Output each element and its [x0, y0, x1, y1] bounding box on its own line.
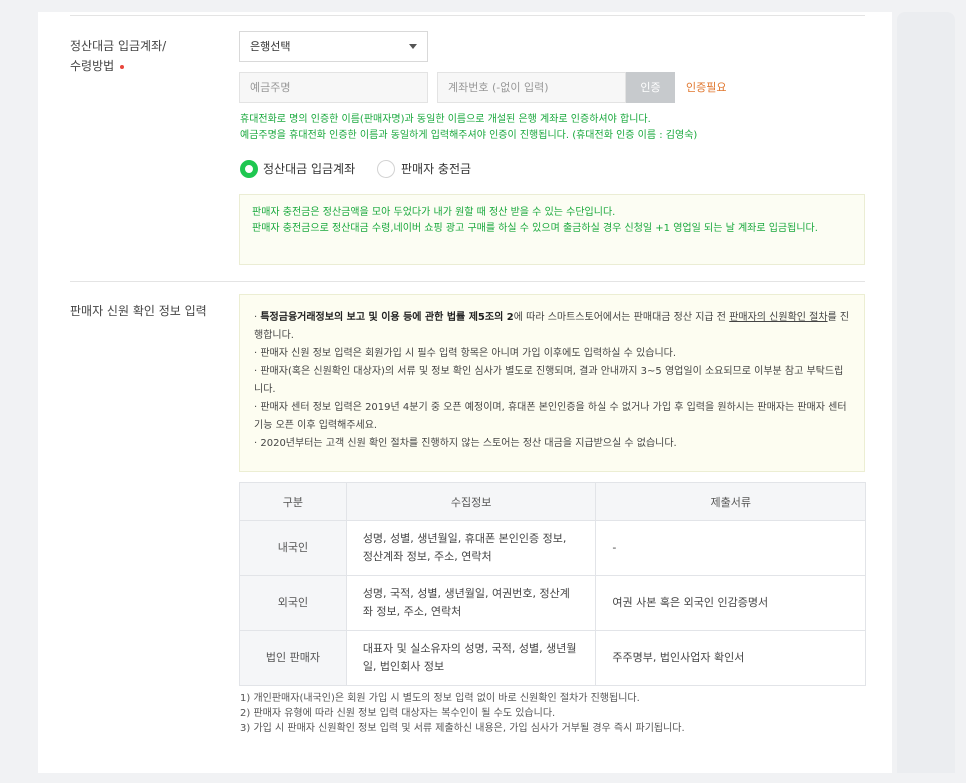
row-info: 대표자 및 실소유자의 성명, 국적, 성별, 생년월일, 법인회사 정보 [345, 630, 597, 686]
note-line-1: 휴대전화로 명의 인증한 이름(판매자명)과 동일한 이름으로 개설된 은행 계… [240, 114, 651, 125]
table-row: 외국인 성명, 국적, 성별, 생년월일, 여권번호, 정산계좌 정보, 주소,… [239, 575, 866, 631]
radio-seller-charge[interactable] [377, 160, 395, 178]
row-docs: 주주명부, 법인사업자 확인서 [595, 630, 866, 686]
row-info: 성명, 국적, 성별, 생년월일, 여권번호, 정산계좌 정보, 주소, 연락처 [345, 575, 597, 631]
notice-bullet-4: · 판매자 센터 정보 입력은 2019년 4분기 중 오픈 예정이며, 휴대폰… [254, 402, 847, 431]
seller-identity-label: 판매자 신원 확인 정보 입력 [70, 304, 207, 318]
charge-info-line-2: 판매자 충전금으로 정산대금 수령,네이버 쇼핑 광고 구매를 하실 수 있으며… [252, 223, 818, 234]
caret-down-icon [409, 44, 417, 49]
section-divider [70, 281, 865, 282]
required-dot [120, 64, 125, 69]
account-number-input[interactable]: 계좌번호 (-없이 입력) [437, 72, 626, 103]
row-category: 내국인 [239, 520, 347, 576]
notice-bullet-3: · 판매자(혹은 신원확인 대상자)의 서류 및 정보 확인 심사가 별도로 진… [254, 366, 844, 395]
row-info: 성명, 성별, 생년월일, 휴대폰 본인인증 정보, 정산계좌 정보, 주소, … [345, 520, 597, 576]
identity-info-table: 구분 수집정보 제출서류 내국인 성명, 성별, 생년월일, 휴대폰 본인인증 … [239, 482, 866, 686]
settlement-label: 정산대금 입금계좌/ 수령방법 [70, 36, 166, 76]
table-row: 내국인 성명, 성별, 생년월일, 휴대폰 본인인증 정보, 정산계좌 정보, … [239, 520, 866, 576]
seller-charge-info-box: 판매자 충전금은 정산금액을 모아 두었다가 내가 원할 때 정산 받을 수 있… [239, 194, 865, 265]
account-verification-note: 휴대전화로 명의 인증한 이름(판매자명)과 동일한 이름으로 개설된 은행 계… [240, 112, 697, 144]
row-docs: 여권 사본 혹은 외국인 인감증명서 [595, 575, 866, 631]
notice-bullet-1: · 특정금융거래정보의 보고 및 이용 등에 관한 법률 제5조의 2에 따라 … [254, 309, 850, 345]
settlement-label-line1: 정산대금 입금계좌/ [70, 39, 167, 53]
notice-bullet-5: · 2020년부터는 고객 신원 확인 절차를 진행하지 않는 스토어는 정산 … [254, 438, 677, 449]
identity-procedure-link: 판매자의 신원확인 절차 [729, 312, 828, 323]
header-category: 구분 [239, 482, 347, 521]
footnote-2: 2) 판매자 유형에 따라 신원 정보 입력 대상자는 복수인이 될 수도 있습… [240, 708, 556, 719]
note-line-2: 예금주명을 휴대전화 인증한 이름과 동일하게 입력해주셔야 인증이 진행됩니다… [240, 130, 698, 141]
right-side-panel [897, 12, 955, 773]
header-documents: 제출서류 [595, 482, 866, 521]
settlement-label-line2: 수령방법 [70, 59, 115, 73]
notice-bullet-1-mid: 에 따라 스마트스토어에서는 판매대금 정산 지급 전 [513, 312, 730, 323]
header-collected-info: 수집정보 [345, 482, 597, 521]
identity-notice-box: · 특정금융거래정보의 보고 및 이용 등에 관한 법률 제5조의 2에 따라 … [239, 294, 865, 472]
account-number-placeholder: 계좌번호 (-없이 입력) [448, 81, 549, 94]
account-holder-placeholder: 예금주명 [250, 81, 291, 94]
top-divider [70, 15, 865, 16]
bank-select[interactable]: 은행선택 [239, 31, 428, 62]
radio-settlement-account-label[interactable]: 정산대금 입금계좌 [263, 159, 355, 180]
radio-settlement-account[interactable] [240, 160, 258, 178]
footnote-1: 1) 개인판매자(내국인)은 회원 가입 시 별도의 정보 입력 없이 바로 신… [240, 693, 640, 704]
table-header-row: 구분 수집정보 제출서류 [239, 482, 866, 521]
law-reference: 특정금융거래정보의 보고 및 이용 등에 관한 법률 제5조의 2 [260, 312, 514, 323]
row-category: 외국인 [239, 575, 347, 631]
verify-account-button[interactable]: 인증 [626, 72, 675, 103]
charge-info-line-1: 판매자 충전금은 정산금액을 모아 두었다가 내가 원할 때 정산 받을 수 있… [252, 207, 616, 218]
radio-seller-charge-label[interactable]: 판매자 충전금 [401, 159, 471, 180]
bank-select-value: 은행선택 [250, 40, 291, 53]
footnote-3: 3) 가입 시 판매자 신원확인 정보 입력 및 서류 제출하신 내용은, 가입… [240, 723, 685, 734]
notice-bullet-2: · 판매자 신원 정보 입력은 회원가입 시 필수 입력 항목은 아니며 가입 … [254, 348, 677, 359]
row-docs: - [595, 520, 866, 576]
row-category: 법인 판매자 [239, 630, 347, 686]
account-holder-input[interactable]: 예금주명 [239, 72, 428, 103]
footnotes: 1) 개인판매자(내국인)은 회원 가입 시 별도의 정보 입력 없이 바로 신… [240, 691, 685, 736]
table-row: 법인 판매자 대표자 및 실소유자의 성명, 국적, 성별, 생년월일, 법인회… [239, 630, 866, 686]
verification-required-status: 인증필요 [686, 81, 727, 94]
